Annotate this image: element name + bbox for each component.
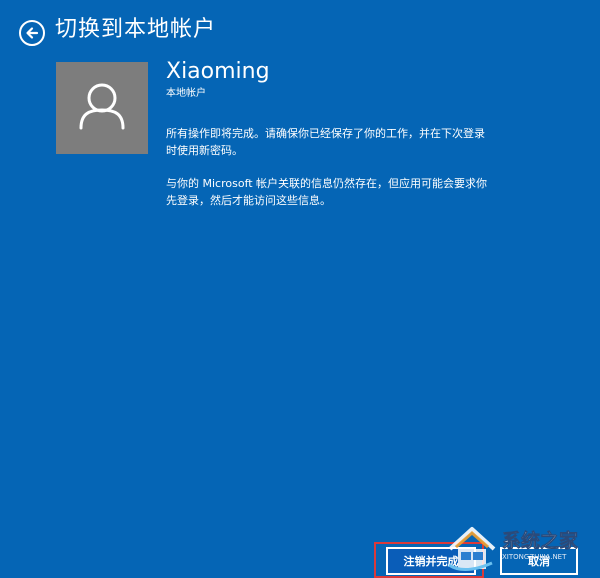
- back-arrow-icon: [26, 27, 39, 39]
- message-line: 与你的 Microsoft 帐户关联的信息仍然存在，但应用可能会要求你: [166, 177, 488, 190]
- page-title: 切换到本地帐户: [55, 17, 217, 42]
- message-line: 先登录，然后才能访问这些信息。: [166, 194, 331, 207]
- avatar: [56, 62, 148, 154]
- completion-message: 所有操作即将完成。请确保你已经保存了你的工作，并在下次登录 时使用新密码。: [166, 125, 576, 159]
- message-line: 所有操作即将完成。请确保你已经保存了你的工作，并在下次登录: [166, 127, 485, 140]
- account-name: Xiaoming: [166, 59, 270, 84]
- account-type-label: 本地帐户: [166, 88, 206, 99]
- back-button[interactable]: [19, 20, 45, 46]
- user-icon: [79, 83, 125, 130]
- microsoft-account-message: 与你的 Microsoft 帐户关联的信息仍然存在，但应用可能会要求你 先登录，…: [166, 175, 576, 209]
- cancel-button[interactable]: 取消: [500, 547, 578, 575]
- sign-out-finish-button[interactable]: 注销并完成: [386, 547, 476, 575]
- page-header: 切换到本地帐户: [0, 0, 600, 60]
- message-line: 时使用新密码。: [166, 144, 243, 157]
